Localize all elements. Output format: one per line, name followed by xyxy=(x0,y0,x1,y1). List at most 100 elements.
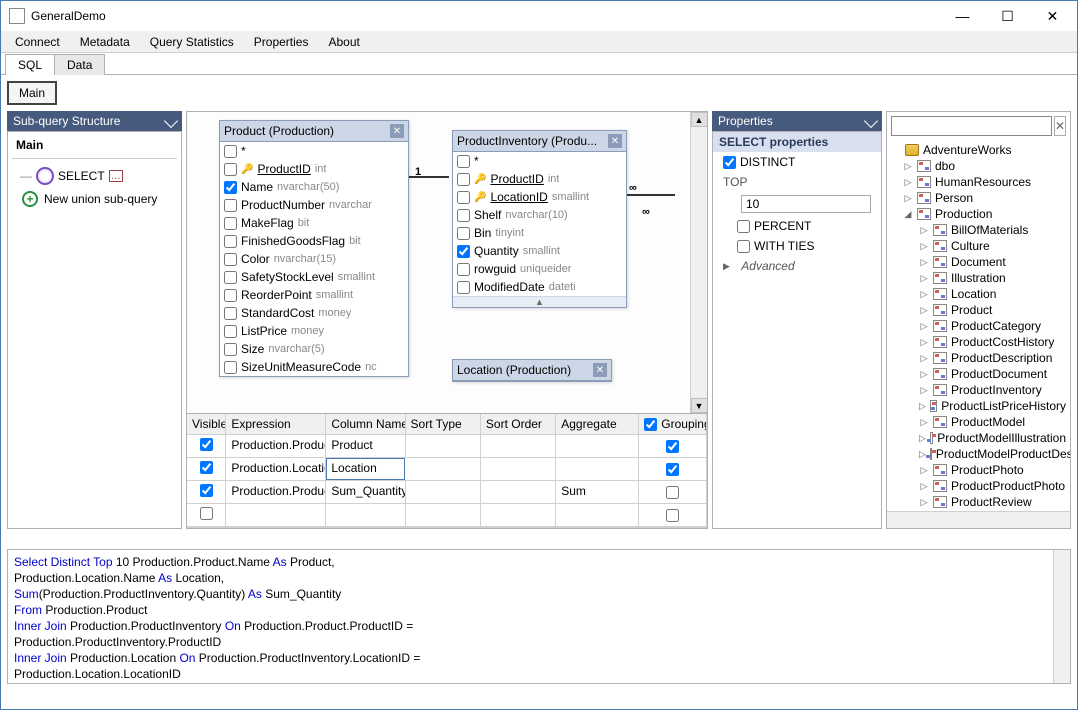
objexp-search-clear[interactable]: ✕ xyxy=(1054,116,1066,136)
table-column-row[interactable]: Quantitysmallint xyxy=(453,242,626,260)
distinct-checkbox[interactable] xyxy=(723,156,736,169)
table-column-row[interactable]: 🔑LocationIDsmallint xyxy=(453,188,626,206)
table-column-row[interactable]: StandardCostmoney xyxy=(220,304,408,322)
tree-twist-icon[interactable]: ▷ xyxy=(919,497,929,508)
grid-aggregate[interactable] xyxy=(556,458,639,480)
grid-colname[interactable]: Sum_Quantity xyxy=(326,481,405,503)
table-product-close[interactable]: ✕ xyxy=(390,124,404,138)
grid-sorttype[interactable] xyxy=(406,435,481,457)
properties-pin-icon[interactable] xyxy=(864,114,878,128)
grid-row[interactable]: Production.ProductInventory.QuantitySum_… xyxy=(187,481,707,504)
table-column-row[interactable]: SafetyStockLevelsmallint xyxy=(220,268,408,286)
tree-table[interactable]: ▷ProductCostHistory xyxy=(887,334,1070,350)
objexp-scrollbar-h[interactable] xyxy=(887,511,1070,528)
column-checkbox[interactable] xyxy=(224,253,237,266)
table-column-row[interactable]: MakeFlagbit xyxy=(220,214,408,232)
select-ellipsis-button[interactable]: … xyxy=(109,170,123,182)
join-line-1[interactable] xyxy=(409,176,449,178)
table-column-row[interactable]: 🔑ProductIDint xyxy=(453,170,626,188)
tab-sql[interactable]: SQL xyxy=(5,54,55,75)
grid-aggregate[interactable]: Sum xyxy=(556,481,639,503)
tree-twist-icon[interactable]: ▷ xyxy=(919,401,926,412)
grid-header-visible[interactable]: Visible xyxy=(187,414,226,434)
column-checkbox[interactable] xyxy=(224,181,237,194)
tree-twist-icon[interactable]: ▷ xyxy=(919,321,929,332)
grouping-header-checkbox[interactable] xyxy=(644,418,657,431)
grid-empty-visible[interactable] xyxy=(200,507,213,520)
column-checkbox[interactable] xyxy=(224,235,237,248)
column-checkbox[interactable] xyxy=(224,307,237,320)
tree-database[interactable]: AdventureWorks xyxy=(887,142,1070,158)
grid-sortorder[interactable] xyxy=(481,435,556,457)
menu-query-statistics[interactable]: Query Statistics xyxy=(140,33,244,51)
table-column-row[interactable]: Shelfnvarchar(10) xyxy=(453,206,626,224)
grid-row[interactable]: Production.Location.NameLocation xyxy=(187,458,707,481)
table-location[interactable]: Location (Production) ✕ xyxy=(452,359,612,382)
tree-table[interactable]: ▷ProductReview xyxy=(887,494,1070,510)
column-checkbox[interactable] xyxy=(457,191,470,204)
main-tab-button[interactable]: Main xyxy=(7,81,57,105)
grid-empty-grouping[interactable] xyxy=(666,509,679,522)
tree-twist-icon[interactable]: ▷ xyxy=(919,385,929,396)
grid-sorttype[interactable] xyxy=(405,458,480,480)
grid-colname[interactable]: Location xyxy=(326,458,405,480)
advanced-toggle[interactable]: ▶ Advanced xyxy=(713,256,881,276)
grid-grouping-checkbox[interactable] xyxy=(666,440,679,453)
tree-twist-icon[interactable]: ▷ xyxy=(919,417,929,428)
table-column-row[interactable]: * xyxy=(220,142,408,160)
tree-twist-icon[interactable]: ▷ xyxy=(919,241,929,252)
column-checkbox[interactable] xyxy=(224,343,237,356)
tree-table[interactable]: ▷ProductModelProductDescriptionCulture xyxy=(887,446,1070,462)
grid-visible-checkbox[interactable] xyxy=(200,461,213,474)
grid-header-colname[interactable]: Column Name xyxy=(326,414,405,434)
objexp-search-input[interactable] xyxy=(891,116,1052,136)
tree-twist-icon[interactable]: ▷ xyxy=(919,449,926,460)
column-checkbox[interactable] xyxy=(457,263,470,276)
tree-table[interactable]: ▷ProductProductPhoto xyxy=(887,478,1070,494)
column-checkbox[interactable] xyxy=(224,145,237,158)
column-checkbox[interactable] xyxy=(224,289,237,302)
tree-table[interactable]: ▷ProductModelIllustration xyxy=(887,430,1070,446)
grid-expression[interactable]: Production.Product.Name xyxy=(226,435,326,457)
top-input[interactable] xyxy=(741,195,871,213)
percent-checkbox[interactable] xyxy=(737,220,750,233)
column-checkbox[interactable] xyxy=(457,209,470,222)
maximize-button[interactable]: ☐ xyxy=(985,1,1030,31)
table-productinventory-collapse[interactable]: ▲ xyxy=(453,296,626,307)
tree-twist-icon[interactable]: ▷ xyxy=(919,369,929,380)
pin-icon[interactable] xyxy=(164,114,178,128)
grid-aggregate[interactable] xyxy=(556,435,639,457)
tree-table[interactable]: ▷ProductPhoto xyxy=(887,462,1070,478)
tree-twist-icon[interactable]: ▷ xyxy=(919,273,929,284)
tree-twist-icon[interactable]: ▷ xyxy=(919,481,929,492)
column-checkbox[interactable] xyxy=(224,199,237,212)
column-checkbox[interactable] xyxy=(224,163,237,176)
grid-header-sortorder[interactable]: Sort Order xyxy=(481,414,556,434)
tree-twist-icon[interactable]: ▷ xyxy=(903,161,913,172)
grid-expression[interactable]: Production.ProductInventory.Quantity xyxy=(226,481,326,503)
table-column-row[interactable]: 🔑ProductIDint xyxy=(220,160,408,178)
grid-header-aggregate[interactable]: Aggregate xyxy=(556,414,639,434)
designer-canvas[interactable]: 1 ∞ ∞ Product (Production) ✕ *🔑ProductID… xyxy=(187,112,707,413)
tree-table[interactable]: ▷Culture xyxy=(887,238,1070,254)
tree-twist-icon[interactable]: ▷ xyxy=(919,353,929,364)
tree-twist-icon[interactable]: ▷ xyxy=(903,193,913,204)
column-checkbox[interactable] xyxy=(224,217,237,230)
grid-colname[interactable]: Product xyxy=(326,435,405,457)
grid-header-expression[interactable]: Expression xyxy=(226,414,326,434)
grid-sortorder[interactable] xyxy=(481,481,556,503)
table-column-row[interactable]: Bintinyint xyxy=(453,224,626,242)
tree-table[interactable]: ▷ProductDescription xyxy=(887,350,1070,366)
tree-schema-dbo[interactable]: ▷dbo xyxy=(887,158,1070,174)
join-line-2[interactable] xyxy=(625,194,675,196)
tree-twist-icon[interactable]: ▷ xyxy=(919,337,929,348)
tree-twist-icon[interactable]: ▷ xyxy=(903,177,913,188)
grid-scrollbar-h[interactable]: ◀▶ xyxy=(187,527,707,528)
column-checkbox[interactable] xyxy=(224,271,237,284)
tree-twist-icon[interactable]: ▷ xyxy=(919,465,929,476)
column-checkbox[interactable] xyxy=(457,227,470,240)
grid-header-grouping[interactable]: Grouping xyxy=(639,414,707,434)
column-checkbox[interactable] xyxy=(457,245,470,258)
tree-twist-icon[interactable]: ▷ xyxy=(919,257,929,268)
menu-connect[interactable]: Connect xyxy=(5,33,70,51)
